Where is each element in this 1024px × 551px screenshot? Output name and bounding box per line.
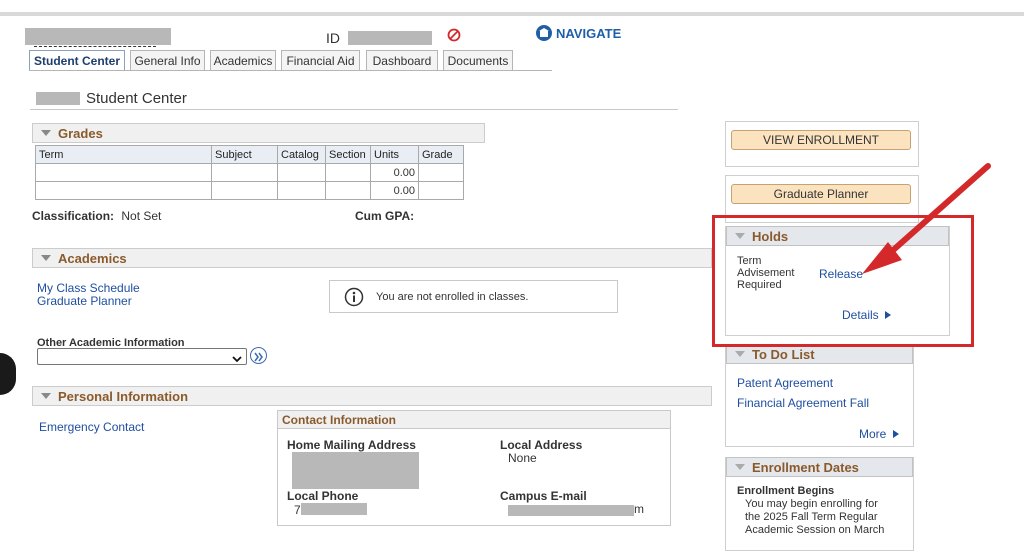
tabs-baseline: [29, 70, 552, 71]
tab-student-center[interactable]: Student Center: [29, 50, 125, 70]
tab-documents[interactable]: Documents: [443, 50, 513, 70]
enrollment-notice: You are not enrolled in classes.: [329, 280, 618, 313]
column-header: Subject: [211, 145, 278, 164]
collapse-triangle-icon: [41, 255, 51, 261]
enrollment-dates-header[interactable]: Enrollment Dates: [726, 457, 913, 477]
local-phone-redacted: [301, 503, 367, 515]
tab-general-info[interactable]: General Info: [130, 50, 205, 70]
navigate-label: NAVIGATE: [556, 25, 622, 41]
other-academic-select[interactable]: [37, 348, 247, 365]
column-header: Catalog: [277, 145, 326, 164]
grades-header-label: Grades: [58, 125, 103, 141]
personal-info-header[interactable]: Personal Information: [32, 386, 712, 406]
grades-header-row: Term Subject Catalog Section Units Grade: [35, 145, 464, 164]
table-cell: [211, 163, 278, 182]
page-title: Student Center: [86, 90, 187, 107]
todo-item-financial-agreement[interactable]: Financial Agreement Fall: [737, 396, 869, 410]
table-cell: [418, 181, 464, 200]
classification-label: Classification:: [32, 209, 115, 223]
academics-header[interactable]: Academics: [32, 248, 712, 268]
collapse-triangle-icon: [735, 351, 745, 357]
table-cell: [325, 163, 371, 182]
collapse-triangle-icon: [735, 464, 745, 470]
column-header: Units: [370, 145, 419, 164]
table-cell: [418, 163, 464, 182]
todo-header[interactable]: To Do List: [726, 344, 913, 364]
classification: Classification: Not Set: [32, 209, 161, 223]
go-button[interactable]: [250, 347, 267, 364]
classification-value: Not Set: [121, 209, 162, 223]
my-class-schedule-link[interactable]: My Class Schedule: [37, 281, 140, 295]
id-value-redacted: [348, 31, 432, 45]
enrollment-begins-label: Enrollment Begins: [737, 485, 835, 497]
table-cell: [35, 181, 212, 200]
column-header: Grade: [418, 145, 464, 164]
campus-email-suffix: m: [634, 502, 644, 516]
top-divider: [0, 12, 1024, 16]
tab-financial-aid[interactable]: Financial Aid: [281, 50, 360, 70]
table-cell: [35, 163, 212, 182]
todo-header-label: To Do List: [752, 346, 815, 362]
column-header: Section: [325, 145, 371, 164]
collapse-triangle-icon: [41, 393, 51, 399]
table-cell: [325, 181, 371, 200]
table-cell: [277, 163, 326, 182]
navigate-button[interactable]: NAVIGATE: [536, 25, 621, 41]
title-underline: [30, 109, 678, 110]
column-header: Term: [35, 145, 212, 164]
table-cell: [277, 181, 326, 200]
table-cell: 0.00: [370, 181, 419, 200]
todo-more-label: More: [859, 427, 887, 441]
table-cell: [211, 181, 278, 200]
name-underline: [34, 46, 156, 47]
grades-header[interactable]: Grades: [32, 123, 485, 143]
grades-table: Term Subject Catalog Section Units Grade…: [35, 145, 464, 200]
enrollment-begins-text: You may begin enrolling for the 2025 Fal…: [745, 498, 885, 536]
side-handle[interactable]: [0, 353, 16, 395]
navigate-icon: [536, 25, 552, 41]
student-name-redacted: [25, 28, 171, 45]
local-phone-label: Local Phone: [287, 489, 359, 503]
personal-info-header-label: Personal Information: [58, 388, 189, 404]
no-entry-icon[interactable]: [447, 28, 461, 45]
contact-info-header-label: Contact Information: [282, 413, 396, 427]
notice-text: You are not enrolled in classes.: [376, 290, 529, 303]
collapse-triangle-icon: [41, 130, 51, 136]
academics-header-label: Academics: [58, 250, 127, 266]
todo-more-link[interactable]: More: [859, 427, 899, 441]
table-row: 0.00: [35, 181, 464, 200]
table-cell: 0.00: [370, 163, 419, 182]
emergency-contact-link[interactable]: Emergency Contact: [39, 420, 144, 434]
table-row: 0.00: [35, 163, 464, 182]
tab-dashboard[interactable]: Dashboard: [366, 50, 438, 70]
home-mailing-label: Home Mailing Address: [287, 438, 416, 452]
local-address-value: None: [508, 451, 537, 465]
double-chevron-right-icon: [254, 351, 264, 365]
enrollment-dates-header-label: Enrollment Dates: [752, 459, 859, 475]
play-triangle-icon: [892, 430, 899, 438]
tab-academics[interactable]: Academics: [210, 50, 276, 70]
title-name-redacted: [36, 92, 80, 105]
chevron-down-icon: [232, 352, 242, 366]
annotation-arrow: [862, 163, 991, 274]
local-address-label: Local Address: [500, 438, 583, 452]
campus-email-redacted: [508, 505, 634, 516]
local-phone-prefix: 7: [294, 503, 301, 517]
info-icon: [344, 287, 364, 307]
graduate-planner-link[interactable]: Graduate Planner: [37, 294, 132, 308]
view-enrollment-button[interactable]: VIEW ENROLLMENT: [731, 130, 911, 150]
cum-gpa-label: Cum GPA:: [355, 209, 415, 223]
todo-item-patent-agreement[interactable]: Patent Agreement: [737, 376, 833, 390]
campus-email-label: Campus E-mail: [500, 489, 587, 503]
home-address-redacted: [292, 452, 419, 489]
id-label: ID: [326, 30, 340, 46]
contact-info-header: Contact Information: [278, 411, 670, 429]
